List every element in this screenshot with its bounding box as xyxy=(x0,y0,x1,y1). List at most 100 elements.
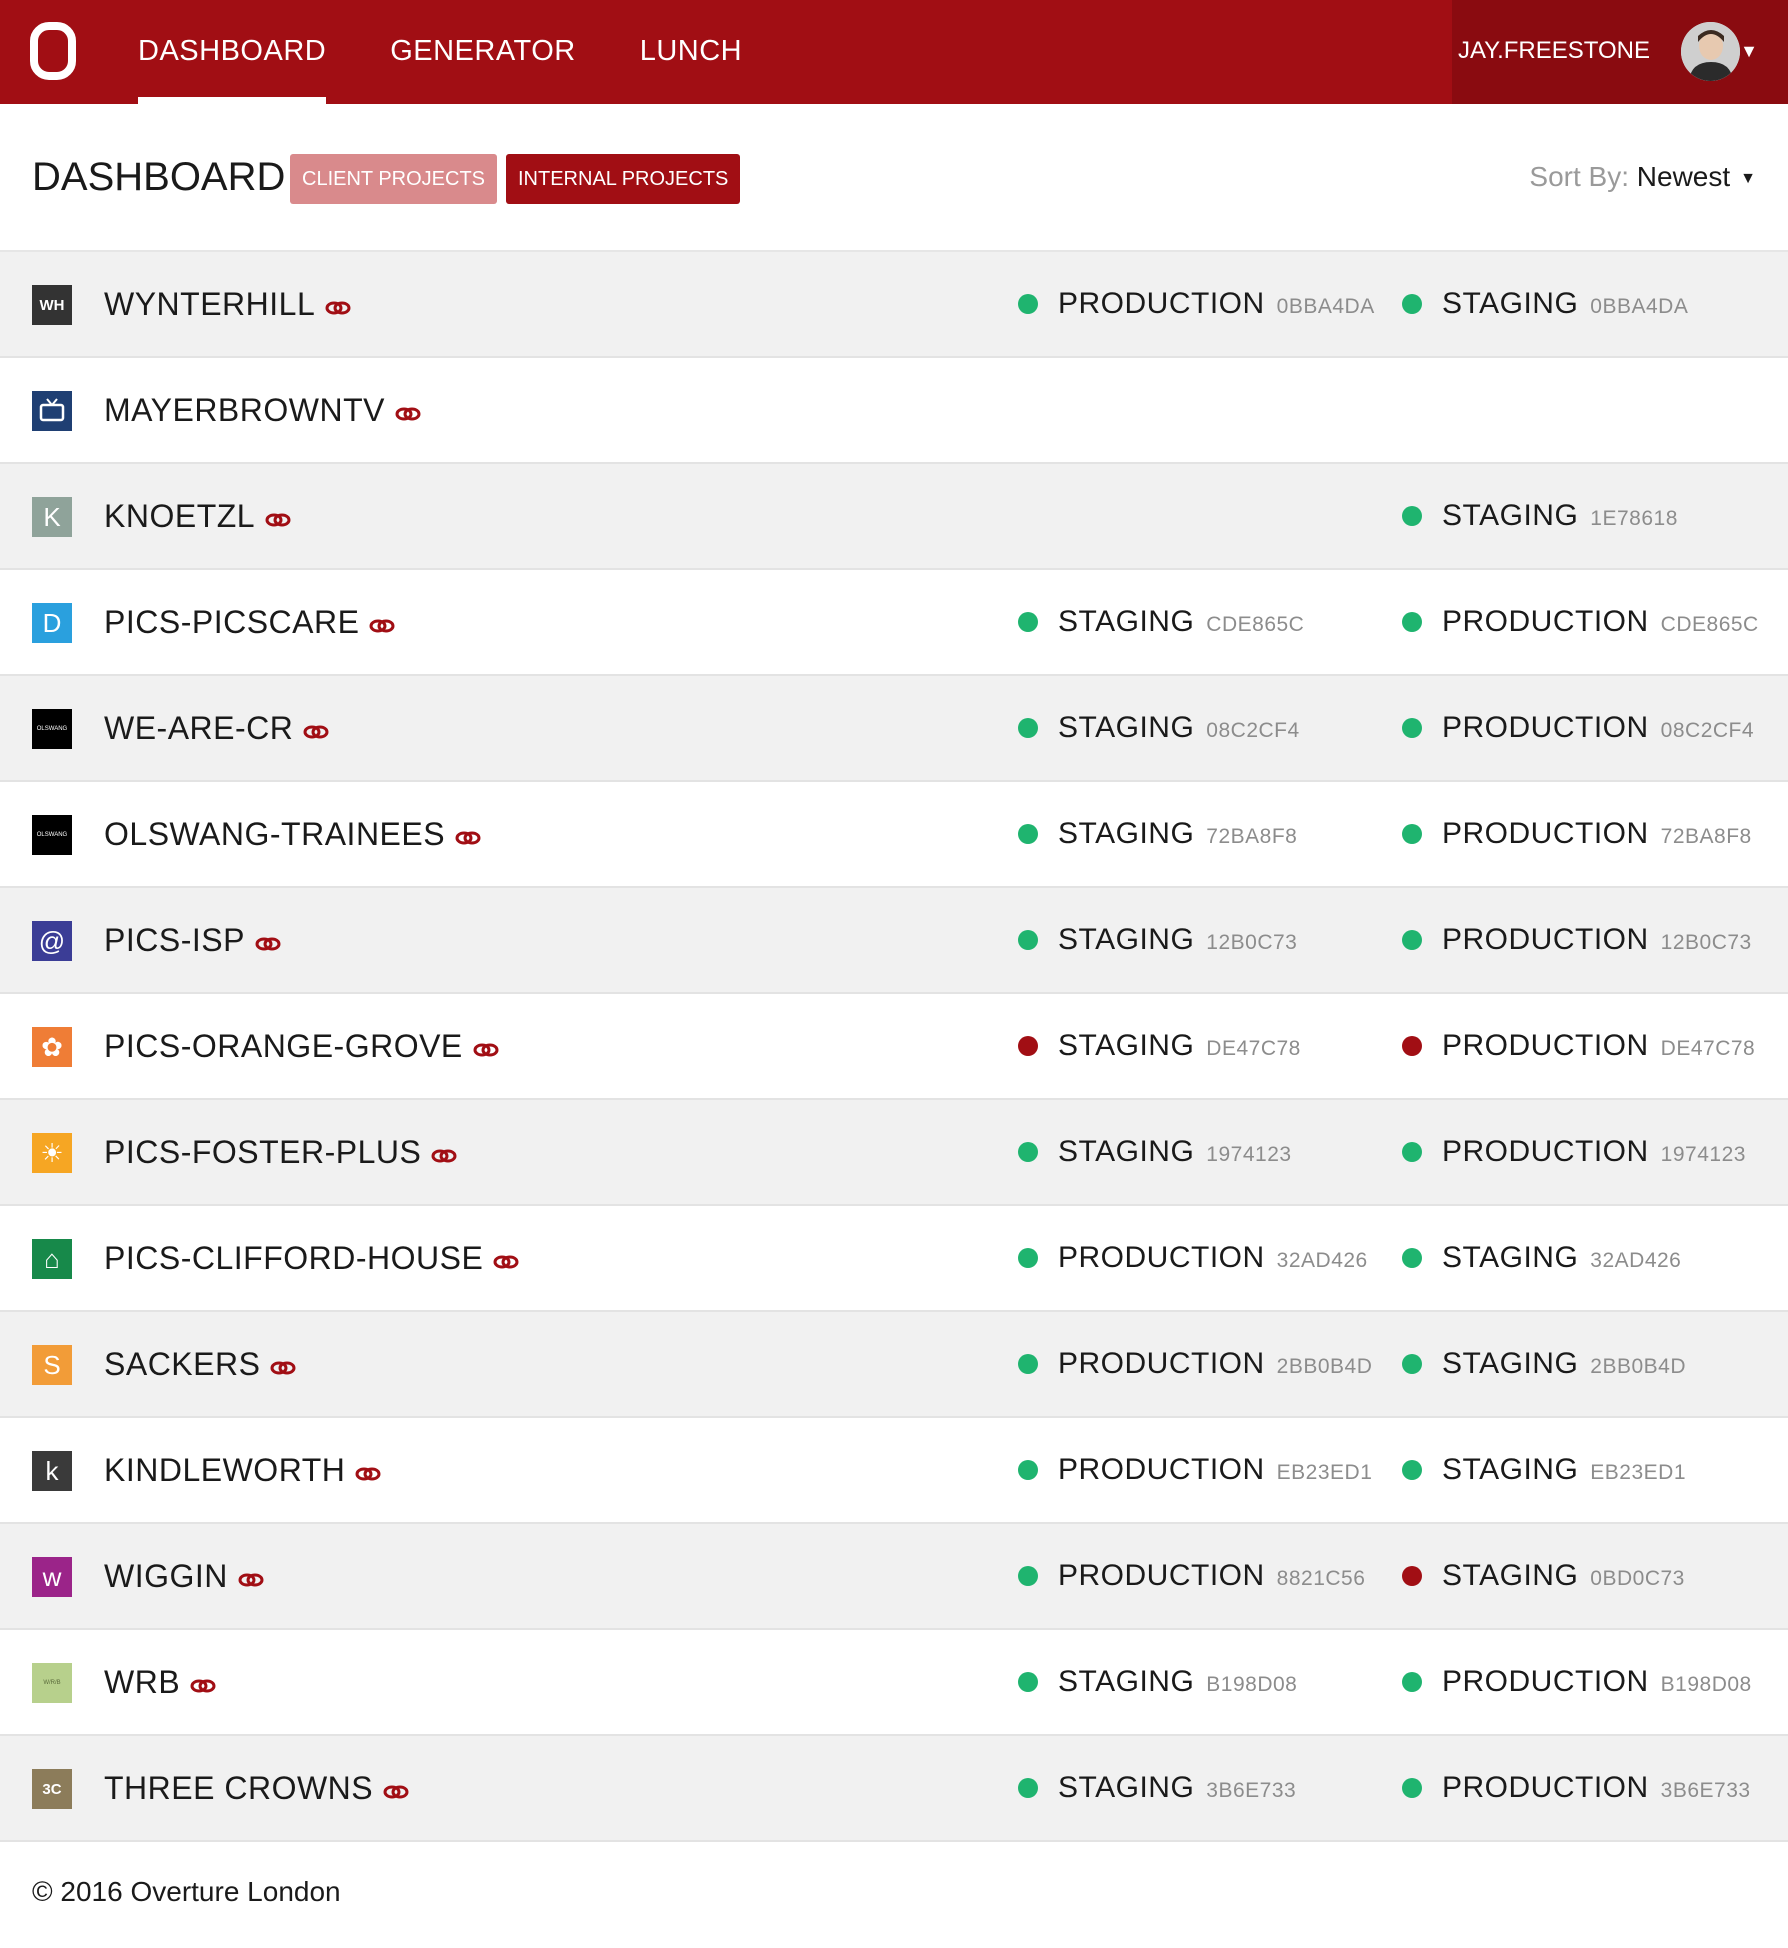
link-icon[interactable] xyxy=(455,784,481,845)
project-name[interactable]: PICS-PICSCARE xyxy=(104,570,395,674)
sort-dropdown[interactable]: Sort By: Newest ▼ xyxy=(1529,104,1756,252)
environment-status[interactable]: STAGING 12B0C73 xyxy=(1018,888,1297,992)
environment-status[interactable]: STAGING 72BA8F8 xyxy=(1018,782,1297,886)
project-name-text[interactable]: SACKERS xyxy=(104,1346,260,1382)
link-icon[interactable] xyxy=(369,572,395,633)
project-row[interactable]: WH WYNTERHILL PRODUCTION 0BBA4DA STAGING 0BBA… xyxy=(0,252,1788,358)
sort-value[interactable]: Newest xyxy=(1637,161,1730,192)
nav-dashboard[interactable]: DASHBOARD xyxy=(138,0,327,104)
project-name-text[interactable]: PICS-FOSTER-PLUS xyxy=(104,1134,421,1170)
client-projects-filter-button[interactable]: CLIENT PROJECTS xyxy=(290,154,497,204)
internal-projects-filter-button[interactable]: INTERNAL PROJECTS xyxy=(506,154,741,204)
project-row[interactable]: 3C THREE CROWNS STAGING 3B6E733 PRODUCTION 3B… xyxy=(0,1736,1788,1842)
project-row[interactable]: ✿ PICS-ORANGE-GROVE STAGING DE47C78 PRODUCTI… xyxy=(0,994,1788,1100)
project-name-text[interactable]: KNOETZL xyxy=(104,498,255,534)
environment-status[interactable]: STAGING 3B6E733 xyxy=(1018,1736,1296,1840)
environment-status[interactable]: PRODUCTION 8821C56 xyxy=(1018,1524,1365,1628)
project-row[interactable]: ⌂ PICS-CLIFFORD-HOUSE PRODUCTION 32AD426 STA… xyxy=(0,1206,1788,1312)
environment-status[interactable]: PRODUCTION 32AD426 xyxy=(1018,1206,1368,1310)
nav-lunch[interactable]: LUNCH xyxy=(640,0,742,104)
link-icon[interactable] xyxy=(238,1526,264,1587)
environment-status[interactable]: PRODUCTION CDE865C xyxy=(1402,570,1759,674)
project-row[interactable]: S SACKERS PRODUCTION 2BB0B4D STAGING 2BB0B4D xyxy=(0,1312,1788,1418)
link-icon[interactable] xyxy=(473,996,499,1057)
project-name-text[interactable]: MAYERBROWNTV xyxy=(104,392,385,428)
project-name-text[interactable]: WIGGIN xyxy=(104,1558,228,1594)
environment-status[interactable]: STAGING EB23ED1 xyxy=(1402,1418,1686,1522)
user-name[interactable]: JAY.FREESTONE xyxy=(1458,0,1650,102)
environment-status[interactable]: PRODUCTION 08C2CF4 xyxy=(1402,676,1754,780)
link-icon[interactable] xyxy=(431,1102,457,1163)
environment-status[interactable]: STAGING CDE865C xyxy=(1018,570,1304,674)
link-icon[interactable] xyxy=(325,254,351,315)
project-name-text[interactable]: WE-ARE-CR xyxy=(104,710,293,746)
environment-status[interactable]: PRODUCTION 2BB0B4D xyxy=(1018,1312,1372,1416)
nav-generator[interactable]: GENERATOR xyxy=(390,0,576,104)
environment-status[interactable]: STAGING 2BB0B4D xyxy=(1402,1312,1686,1416)
project-name[interactable]: WIGGIN xyxy=(104,1524,264,1628)
project-name-text[interactable]: OLSWANG-TRAINEES xyxy=(104,816,445,852)
project-name-text[interactable]: PICS-ISP xyxy=(104,922,245,958)
project-name[interactable]: PICS-CLIFFORD-HOUSE xyxy=(104,1206,519,1310)
link-icon[interactable] xyxy=(383,1738,409,1799)
link-icon[interactable] xyxy=(265,466,291,527)
project-name[interactable]: THREE CROWNS xyxy=(104,1736,409,1840)
environment-status[interactable]: STAGING 32AD426 xyxy=(1402,1206,1681,1310)
project-name[interactable]: KINDLEWORTH xyxy=(104,1418,381,1522)
link-icon[interactable] xyxy=(395,360,421,421)
environment-status[interactable]: PRODUCTION EB23ED1 xyxy=(1018,1418,1372,1522)
project-name[interactable]: OLSWANG-TRAINEES xyxy=(104,782,481,886)
link-icon[interactable] xyxy=(270,1314,296,1375)
link-icon[interactable] xyxy=(190,1632,216,1693)
project-name[interactable]: PICS-ORANGE-GROVE xyxy=(104,994,499,1098)
user-menu[interactable]: JAY.FREESTONE ▼ xyxy=(1452,0,1788,104)
project-name-text[interactable]: PICS-PICSCARE xyxy=(104,604,359,640)
link-icon[interactable] xyxy=(255,890,281,951)
project-name-text[interactable]: KINDLEWORTH xyxy=(104,1452,345,1488)
environment-status[interactable]: STAGING B198D08 xyxy=(1018,1630,1297,1734)
environment-status[interactable]: PRODUCTION 3B6E733 xyxy=(1402,1736,1751,1840)
link-icon[interactable] xyxy=(355,1420,381,1481)
environment-status[interactable]: STAGING 08C2CF4 xyxy=(1018,676,1300,780)
environment-status[interactable]: STAGING 1E78618 xyxy=(1402,464,1678,568)
project-row[interactable]: D PICS-PICSCARE STAGING CDE865C PRODUCTION CD… xyxy=(0,570,1788,676)
environment-status[interactable]: STAGING 1974123 xyxy=(1018,1100,1292,1204)
environment-status[interactable]: PRODUCTION 1974123 xyxy=(1402,1100,1746,1204)
project-row[interactable]: K KNOETZL STAGING 1E78618 xyxy=(0,464,1788,570)
project-row[interactable]: OLSWANG WE-ARE-CR STAGING 08C2CF4 PRODUCTION… xyxy=(0,676,1788,782)
project-name-text[interactable]: THREE CROWNS xyxy=(104,1770,373,1806)
project-name[interactable]: WYNTERHILL xyxy=(104,252,351,356)
environment-status[interactable]: PRODUCTION 0BBA4DA xyxy=(1018,252,1375,356)
project-name[interactable]: WE-ARE-CR xyxy=(104,676,329,780)
project-row[interactable]: OLSWANG OLSWANG-TRAINEES STAGING 72BA8F8 PRO… xyxy=(0,782,1788,888)
avatar[interactable] xyxy=(1681,22,1740,81)
environment-status[interactable]: PRODUCTION 12B0C73 xyxy=(1402,888,1752,992)
sort-caret-icon[interactable]: ▼ xyxy=(1740,170,1756,187)
project-name[interactable]: WRB xyxy=(104,1630,216,1734)
project-name[interactable]: MAYERBROWNTV xyxy=(104,358,421,462)
project-row[interactable]: @ PICS-ISP STAGING 12B0C73 PRODUCTION 12B0C73 xyxy=(0,888,1788,994)
link-icon[interactable] xyxy=(493,1208,519,1269)
project-name-text[interactable]: WRB xyxy=(104,1664,180,1700)
environment-status[interactable]: STAGING DE47C78 xyxy=(1018,994,1301,1098)
environment-status[interactable]: PRODUCTION 72BA8F8 xyxy=(1402,782,1752,886)
environment-status[interactable]: PRODUCTION B198D08 xyxy=(1402,1630,1752,1734)
project-name-text[interactable]: WYNTERHILL xyxy=(104,286,315,322)
project-name[interactable]: SACKERS xyxy=(104,1312,296,1416)
environment-status[interactable]: STAGING 0BD0C73 xyxy=(1402,1524,1685,1628)
environment-status[interactable]: PRODUCTION DE47C78 xyxy=(1402,994,1755,1098)
chevron-down-icon[interactable]: ▼ xyxy=(1740,0,1758,102)
project-name-text[interactable]: PICS-CLIFFORD-HOUSE xyxy=(104,1240,483,1276)
project-name[interactable]: PICS-ISP xyxy=(104,888,281,992)
project-name-text[interactable]: PICS-ORANGE-GROVE xyxy=(104,1028,463,1064)
project-name[interactable]: PICS-FOSTER-PLUS xyxy=(104,1100,457,1204)
project-row[interactable]: k KINDLEWORTH PRODUCTION EB23ED1 STAGING EB23… xyxy=(0,1418,1788,1524)
project-row[interactable]: w WIGGIN PRODUCTION 8821C56 STAGING 0BD0C73 xyxy=(0,1524,1788,1630)
project-row[interactable]: MAYERBROWNTV xyxy=(0,358,1788,464)
project-row[interactable]: ☀ PICS-FOSTER-PLUS STAGING 1974123 PRODUCTIO… xyxy=(0,1100,1788,1206)
project-name[interactable]: KNOETZL xyxy=(104,464,291,568)
link-icon[interactable] xyxy=(303,678,329,739)
overture-logo-icon[interactable] xyxy=(30,22,76,80)
environment-status[interactable]: STAGING 0BBA4DA xyxy=(1402,252,1688,356)
project-row[interactable]: W/R/B WRB STAGING B198D08 PRODUCTION B198D08 xyxy=(0,1630,1788,1736)
